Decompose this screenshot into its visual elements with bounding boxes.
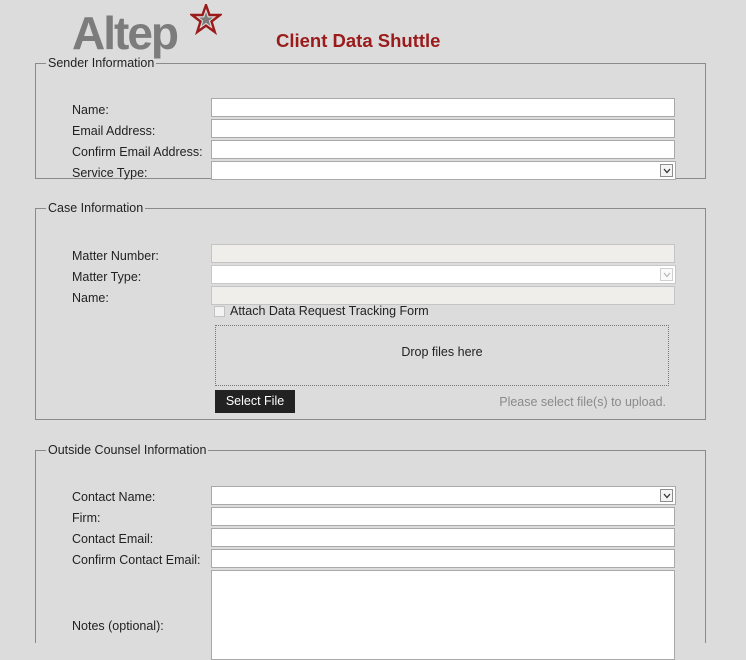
attach-form-checkbox[interactable]: [214, 306, 225, 317]
outside-counsel-section: Outside Counsel Information Contact Name…: [35, 443, 706, 660]
page-title: Client Data Shuttle: [276, 30, 441, 51]
sender-information-legend: Sender Information: [48, 56, 155, 70]
select-file-button[interactable]: Select File: [215, 390, 295, 413]
contact-name-label: Contact Name:: [72, 490, 156, 504]
contact-name-select[interactable]: [211, 486, 676, 505]
service-type-select[interactable]: [211, 161, 676, 180]
case-information-legend: Case Information: [48, 201, 144, 215]
dropzone-text: Drop files here: [401, 345, 483, 359]
notes-textarea[interactable]: [211, 570, 675, 660]
file-dropzone[interactable]: Drop files here: [215, 325, 669, 386]
matter-number-label: Matter Number:: [72, 249, 159, 263]
altep-logo: Altep: [72, 4, 222, 60]
outside-counsel-legend: Outside Counsel Information: [48, 443, 207, 457]
service-type-label: Service Type:: [72, 166, 148, 180]
logo-text: Altep: [72, 7, 179, 59]
case-information-section: Case Information Matter Number: Matter T…: [35, 201, 706, 420]
star-icon: [190, 4, 222, 36]
matter-type-label: Matter Type:: [72, 270, 142, 284]
firm-input[interactable]: [211, 507, 675, 526]
chevron-down-icon: [660, 164, 673, 177]
confirm-contact-email-input[interactable]: [211, 549, 675, 568]
confirm-contact-email-label: Confirm Contact Email:: [72, 553, 201, 567]
case-name-input: [211, 286, 675, 305]
firm-label: Firm:: [72, 511, 101, 525]
matter-type-select: [211, 265, 676, 284]
matter-number-input: [211, 244, 675, 263]
chevron-down-icon: [660, 268, 673, 281]
sender-email-label: Email Address:: [72, 124, 156, 138]
sender-email-input[interactable]: [211, 119, 675, 138]
sender-name-input[interactable]: [211, 98, 675, 117]
sender-confirm-email-input[interactable]: [211, 140, 675, 159]
sender-confirm-email-label: Confirm Email Address:: [72, 145, 203, 159]
contact-email-label: Contact Email:: [72, 532, 154, 546]
contact-email-input[interactable]: [211, 528, 675, 547]
case-name-label: Name:: [72, 291, 109, 305]
sender-name-label: Name:: [72, 103, 109, 117]
chevron-down-icon: [660, 489, 673, 502]
upload-hint: Please select file(s) to upload.: [499, 395, 666, 409]
attach-form-label: Attach Data Request Tracking Form: [230, 304, 429, 318]
sender-information-section: Sender Information Name: Email Address: …: [35, 56, 706, 180]
